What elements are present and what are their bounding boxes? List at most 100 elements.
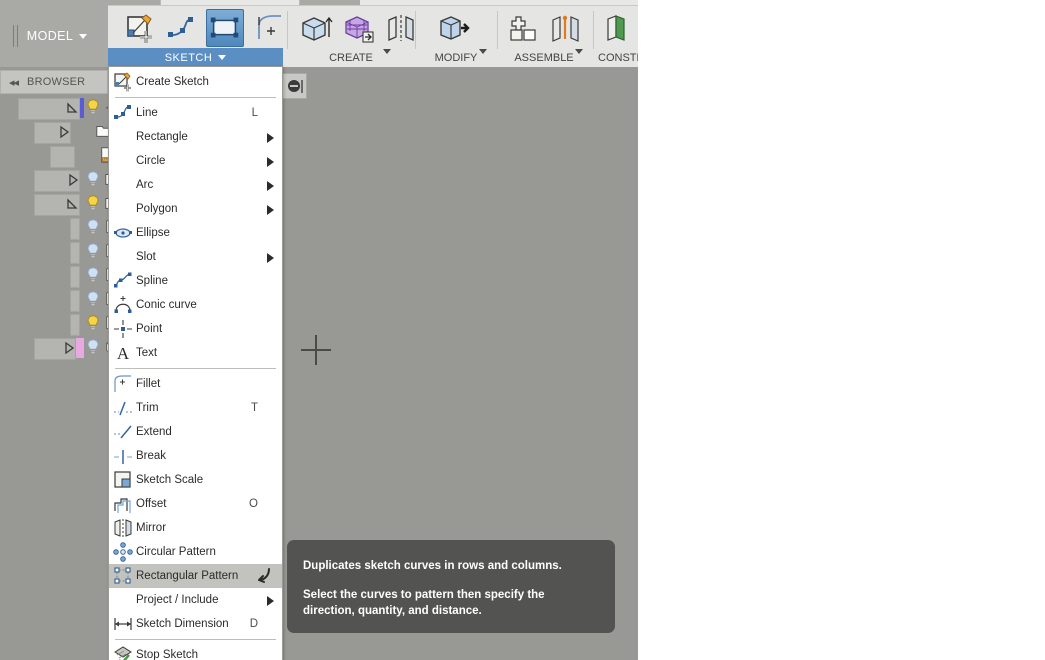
tree-expander-icon[interactable] bbox=[66, 293, 80, 307]
light-bulb-icon[interactable] bbox=[84, 266, 104, 286]
tree-expander-icon[interactable] bbox=[66, 197, 80, 211]
menu-item-rectangular-pattern[interactable]: Rectangular Pattern bbox=[109, 564, 282, 588]
canvas-collapse-button[interactable] bbox=[281, 73, 307, 99]
joint-icon[interactable] bbox=[547, 9, 585, 47]
menu-item-fillet[interactable]: Fillet bbox=[109, 372, 282, 396]
menu-item-label: Rectangle bbox=[136, 131, 188, 143]
tree-expander-icon[interactable] bbox=[66, 101, 80, 115]
menu-item-label: Offset bbox=[136, 498, 167, 510]
menu-item-label: Arc bbox=[136, 179, 154, 191]
menu-separator bbox=[115, 368, 276, 369]
press-pull-icon[interactable] bbox=[434, 9, 472, 47]
menu-item-ellipse[interactable]: Ellipse bbox=[109, 221, 282, 245]
text-icon: A bbox=[113, 343, 133, 363]
tree-expander-icon[interactable] bbox=[57, 125, 71, 139]
toolbar-separator bbox=[415, 11, 416, 49]
ellipse-icon bbox=[113, 223, 133, 243]
light-bulb-icon[interactable] bbox=[84, 98, 104, 118]
menu-item-project-include[interactable]: Project / Include bbox=[109, 588, 282, 612]
menu-item-label: Sketch Dimension bbox=[136, 618, 229, 630]
modify-chevron-down-icon[interactable] bbox=[474, 43, 487, 61]
collapse-left-icon[interactable]: ◂◂ bbox=[9, 76, 19, 89]
sketch-dropdown-menu[interactable]: Create Sketch Line L Rectangle Circle Arc Poly… bbox=[108, 66, 283, 660]
tooltip-rectangular-pattern: Duplicates sketch curves in rows and col… bbox=[287, 540, 615, 633]
extrude-icon[interactable] bbox=[296, 9, 334, 47]
tree-marker bbox=[76, 338, 84, 358]
menu-item-circular-pattern[interactable]: Circular Pattern bbox=[109, 540, 282, 564]
menu-item-sketch-scale[interactable]: Sketch Scale bbox=[109, 468, 282, 492]
menu-item-line[interactable]: Line L bbox=[109, 101, 282, 125]
rectangle-icon[interactable] bbox=[206, 9, 244, 47]
tree-expander-icon[interactable] bbox=[66, 317, 80, 331]
tab-sketch[interactable]: SKETCH bbox=[108, 48, 283, 67]
menu-item-sketch-dimension[interactable]: Sketch Dimension D bbox=[109, 612, 282, 636]
menu-item-label: Project / Include bbox=[136, 594, 219, 606]
menu-item-stop-sketch[interactable]: Stop Sketch bbox=[109, 643, 282, 660]
assemble-chevron-down-icon[interactable] bbox=[570, 43, 583, 61]
tree-expander-icon[interactable] bbox=[62, 341, 76, 355]
toolbar-group-modify: MODIFY bbox=[420, 5, 498, 67]
menu-item-arc[interactable]: Arc bbox=[109, 173, 282, 197]
menu-item-label: Trim bbox=[136, 402, 159, 414]
tree-expander-icon[interactable] bbox=[66, 173, 80, 187]
workspace-model-button[interactable]: MODEL bbox=[0, 5, 108, 67]
none bbox=[113, 175, 133, 195]
sculpt-icon[interactable] bbox=[339, 9, 377, 47]
trim-icon bbox=[113, 398, 133, 418]
create-sketch-icon[interactable] bbox=[120, 9, 158, 47]
menu-item-conic-curve[interactable]: Conic curve bbox=[109, 293, 282, 317]
browser-header[interactable]: ◂◂ BROWSER bbox=[0, 70, 108, 94]
menu-item-polygon[interactable]: Polygon bbox=[109, 197, 282, 221]
menu-item-extend[interactable]: Extend bbox=[109, 420, 282, 444]
light-bulb-icon[interactable] bbox=[84, 314, 104, 334]
tree-expander-icon[interactable] bbox=[66, 245, 80, 259]
new-component-icon[interactable] bbox=[504, 9, 542, 47]
menu-item-label: Spline bbox=[136, 275, 168, 287]
toolbar-group-construct-label[interactable]: CONSTRU bbox=[596, 52, 638, 64]
tree-expander-icon[interactable] bbox=[66, 221, 80, 235]
toolbar-group-create-label[interactable]: CREATE bbox=[292, 52, 410, 64]
light-bulb-icon[interactable] bbox=[75, 122, 95, 142]
menu-item-rectangle[interactable]: Rectangle bbox=[109, 125, 282, 149]
menu-item-trim[interactable]: Trim T bbox=[109, 396, 282, 420]
menu-item-slot[interactable]: Slot bbox=[109, 245, 282, 269]
menu-item-label: Extend bbox=[136, 426, 172, 438]
extend-icon bbox=[113, 422, 133, 442]
none bbox=[113, 127, 133, 147]
light-bulb-icon[interactable] bbox=[84, 218, 104, 238]
light-bulb-icon[interactable] bbox=[79, 146, 99, 166]
light-bulb-icon[interactable] bbox=[84, 338, 104, 358]
menu-item-shortcut: T bbox=[250, 402, 258, 414]
light-bulb-icon[interactable] bbox=[84, 290, 104, 310]
arc-icon[interactable] bbox=[249, 9, 287, 47]
tree-expander-icon[interactable] bbox=[61, 149, 75, 163]
crosshair-cursor bbox=[301, 335, 331, 365]
line-icon bbox=[113, 103, 133, 123]
toolbar-grip-icon bbox=[12, 25, 20, 47]
none bbox=[113, 247, 133, 267]
menu-item-offset[interactable]: Offset O bbox=[109, 492, 282, 516]
toolbar-separator bbox=[287, 11, 288, 49]
sketch-dimension-icon bbox=[113, 614, 133, 634]
fillet-icon bbox=[113, 374, 133, 394]
menu-item-label: Create Sketch bbox=[136, 76, 209, 88]
menu-item-create-sketch[interactable]: Create Sketch bbox=[109, 70, 282, 94]
offset-plane-icon[interactable] bbox=[600, 9, 638, 47]
light-bulb-icon[interactable] bbox=[84, 242, 104, 262]
menu-item-point[interactable]: Point bbox=[109, 317, 282, 341]
menu-item-label: Slot bbox=[136, 251, 156, 263]
menu-item-text[interactable]: A Text bbox=[109, 341, 282, 365]
menu-item-spline[interactable]: Spline bbox=[109, 269, 282, 293]
light-bulb-icon[interactable] bbox=[84, 170, 104, 190]
menu-item-mirror[interactable]: Mirror bbox=[109, 516, 282, 540]
light-bulb-icon[interactable] bbox=[84, 194, 104, 214]
menu-item-shortcut: O bbox=[249, 498, 258, 510]
line-icon[interactable] bbox=[163, 9, 201, 47]
main-toolbar: MODEL CREATE MODIFY ASSEMBLE CONST SKETC… bbox=[0, 5, 638, 67]
browser-title: BROWSER bbox=[27, 76, 86, 88]
menu-item-circle[interactable]: Circle bbox=[109, 149, 282, 173]
submenu-arrow-icon bbox=[267, 181, 274, 191]
create-chevron-down-icon[interactable] bbox=[378, 43, 391, 61]
menu-item-break[interactable]: Break bbox=[109, 444, 282, 468]
tree-expander-icon[interactable] bbox=[66, 269, 80, 283]
